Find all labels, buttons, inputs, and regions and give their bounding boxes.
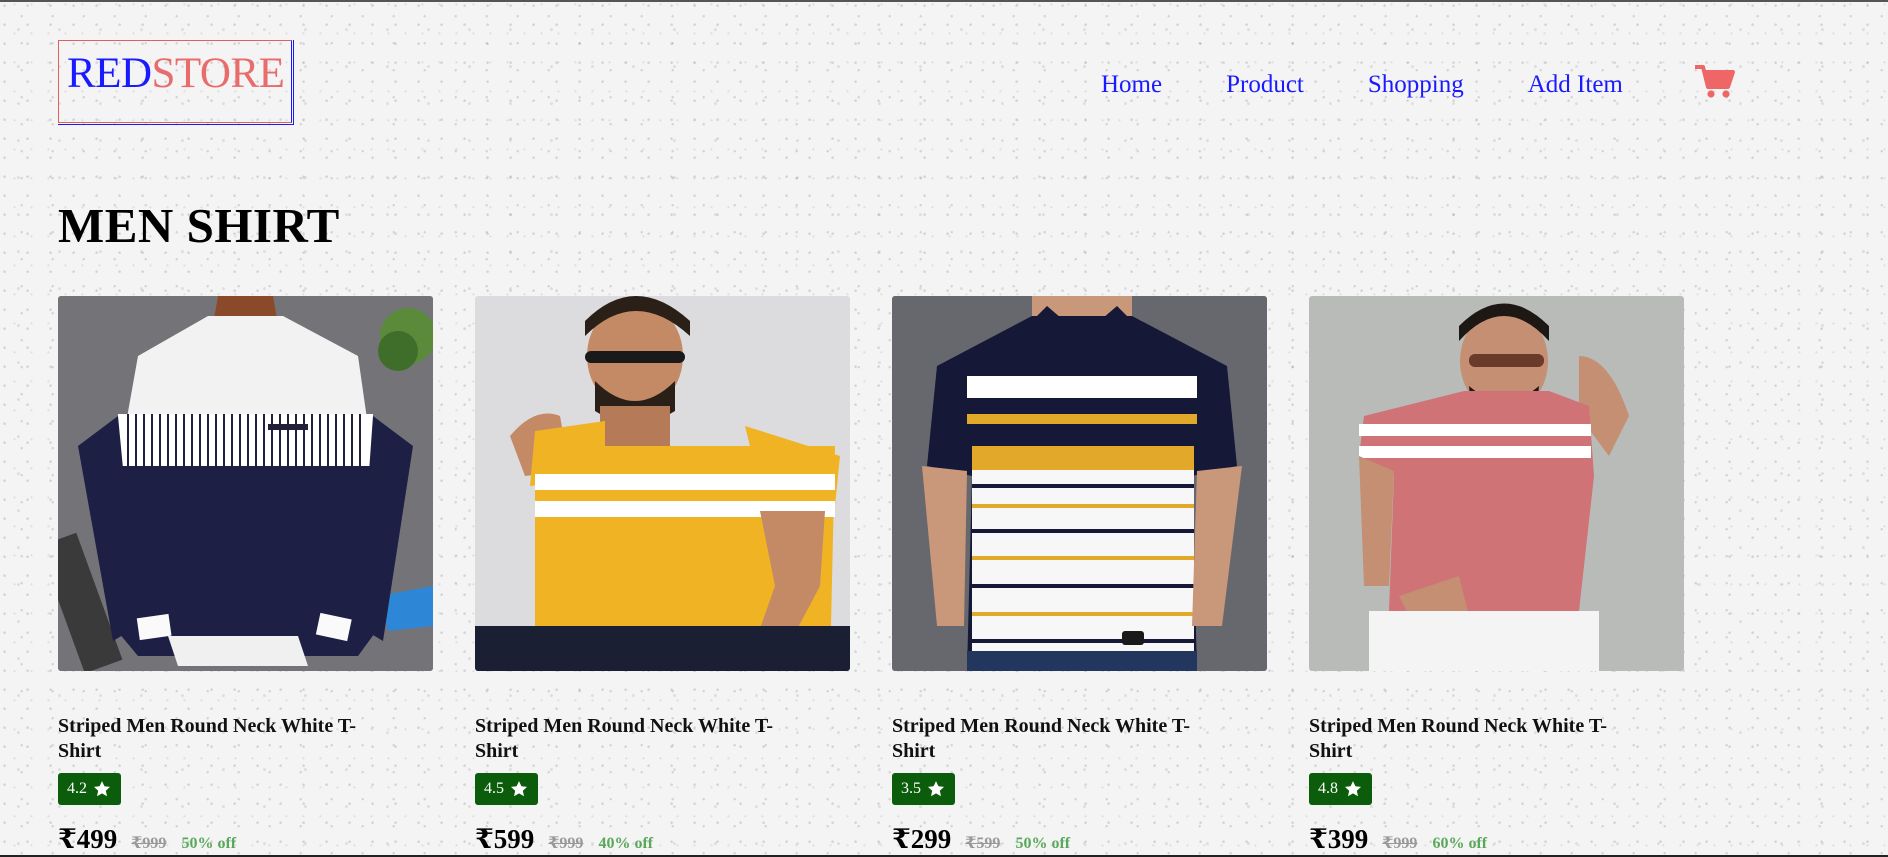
rating-value: 4.5 — [484, 780, 504, 797]
price: ₹599 — [475, 824, 535, 854]
product-card[interactable]: Striped Men Round Neck White T-Shirt 4.8… — [1309, 296, 1685, 854]
rating-value: 4.2 — [67, 780, 87, 797]
price: ₹399 — [1309, 824, 1369, 854]
discount: 50% off — [181, 835, 237, 852]
product-title[interactable]: Striped Men Round Neck White T-Shirt — [58, 714, 398, 764]
star-icon — [1344, 781, 1362, 797]
rating-value: 3.5 — [901, 780, 921, 797]
star-icon — [510, 781, 528, 797]
original-price: ₹999 — [548, 835, 584, 852]
logo[interactable]: REDSTORE — [58, 40, 292, 123]
product-card[interactable]: Striped Men Round Neck White T-Shirt 4.2… — [58, 296, 434, 854]
discount: 60% off — [1432, 835, 1488, 852]
product-title[interactable]: Striped Men Round Neck White T-Shirt — [1309, 714, 1649, 764]
price: ₹299 — [892, 824, 952, 854]
original-price: ₹599 — [965, 835, 1001, 852]
product-title[interactable]: Striped Men Round Neck White T-Shirt — [475, 714, 815, 764]
product-card[interactable]: Striped Men Round Neck White T-Shirt 3.5… — [892, 296, 1268, 854]
price-row: ₹599 ₹999 40% off — [475, 824, 653, 855]
product-title[interactable]: Striped Men Round Neck White T-Shirt — [892, 714, 1232, 764]
original-price: ₹999 — [131, 835, 167, 852]
rating-badge: 4.2 — [58, 773, 121, 805]
rating-badge: 3.5 — [892, 773, 955, 805]
product-card[interactable]: Striped Men Round Neck White T-Shirt 4.5… — [475, 296, 851, 854]
product-image[interactable] — [892, 296, 1267, 671]
price: ₹499 — [58, 824, 118, 854]
nav-product[interactable]: Product — [1226, 70, 1304, 100]
nav-home[interactable]: Home — [1101, 70, 1162, 100]
product-image[interactable] — [1309, 296, 1684, 671]
nav-add-item[interactable]: Add Item — [1528, 70, 1623, 100]
page-title: MEN SHIRT — [58, 198, 340, 253]
original-price: ₹999 — [1382, 835, 1418, 852]
price-row: ₹399 ₹999 60% off — [1309, 824, 1487, 855]
nav-shopping[interactable]: Shopping — [1368, 70, 1464, 100]
discount: 50% off — [1015, 835, 1071, 852]
product-image[interactable] — [475, 296, 850, 671]
rating-value: 4.8 — [1318, 780, 1338, 797]
star-icon — [93, 781, 111, 797]
main-nav: Home Product Shopping Add Item — [1101, 70, 1687, 100]
site-header: REDSTORE Home Product Shopping Add Item — [58, 40, 1888, 130]
rating-badge: 4.8 — [1309, 773, 1372, 805]
logo-text-red: RED — [67, 50, 152, 97]
logo-text-store: STORE — [151, 50, 285, 97]
product-image[interactable] — [58, 296, 433, 671]
shopping-cart-icon[interactable] — [1694, 64, 1735, 100]
rating-badge: 4.5 — [475, 773, 538, 805]
price-row: ₹299 ₹599 50% off — [892, 824, 1070, 855]
discount: 40% off — [598, 835, 654, 852]
price-row: ₹499 ₹999 50% off — [58, 824, 236, 855]
star-icon — [927, 781, 945, 797]
